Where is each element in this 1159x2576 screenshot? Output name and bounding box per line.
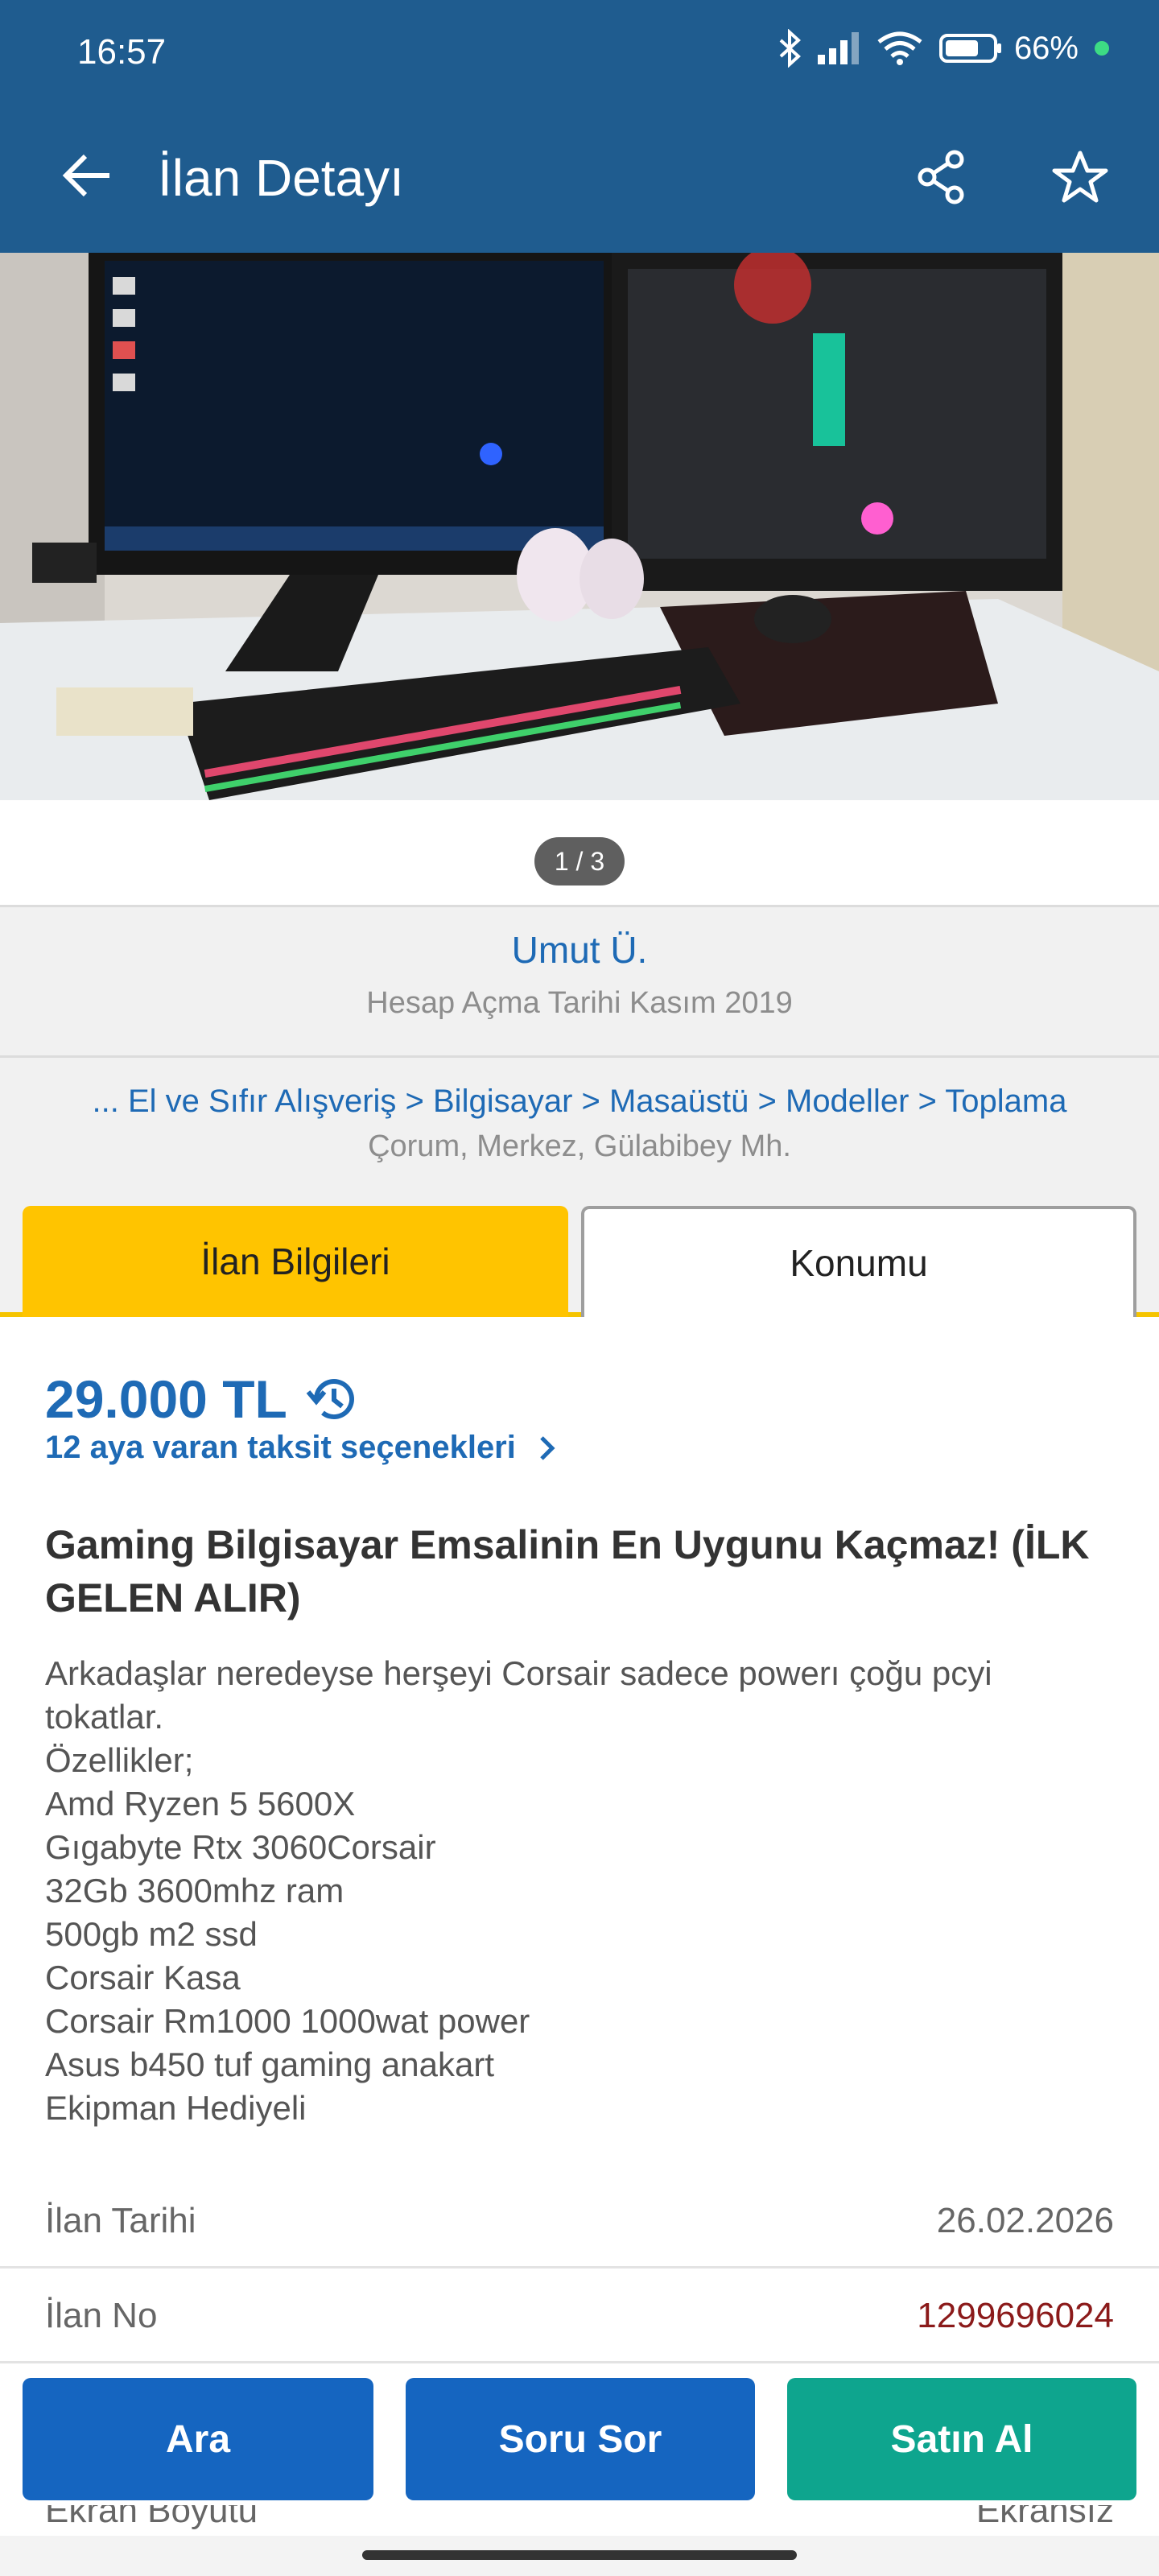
photo-counter: 1 / 3 bbox=[534, 837, 625, 886]
star-icon bbox=[1052, 151, 1108, 203]
detail-label: Ekran Boyutu bbox=[45, 2505, 258, 2530]
back-arrow-icon bbox=[62, 154, 109, 197]
description-line: Gıgabyte Rtx 3060Corsair bbox=[45, 1828, 436, 1866]
description-line: Ekipman Hediyeli bbox=[45, 2089, 307, 2127]
dot-icon bbox=[1095, 41, 1109, 56]
description-line: Özellikler; bbox=[45, 1741, 194, 1779]
description-line: 500gb m2 ssd bbox=[45, 1915, 258, 1953]
wifi-icon bbox=[877, 31, 922, 65]
detail-row-date: İlan Tarihi 26.02.2026 bbox=[0, 2174, 1159, 2268]
installment-label: 12 aya varan taksit seçenekleri bbox=[45, 1430, 516, 1465]
page-title: İlan Detayı bbox=[158, 149, 404, 207]
detail-value: Ekransız bbox=[975, 2505, 1114, 2530]
seller-since: Hesap Açma Tarihi Kasım 2019 bbox=[366, 986, 793, 1020]
price-history-icon[interactable] bbox=[305, 1374, 358, 1424]
share-button[interactable] bbox=[901, 137, 982, 217]
breadcrumb-section: ... El ve Sıfır Alışveriş > Bilgisayar >… bbox=[0, 1058, 1159, 1195]
description-line: Arkadaşlar neredeyse herşeyi Corsair sad… bbox=[45, 1654, 992, 1692]
home-indicator[interactable] bbox=[362, 2550, 797, 2560]
description-line: tokatlar. bbox=[45, 1698, 164, 1736]
status-time: 16:57 bbox=[77, 32, 167, 72]
chevron-right-icon bbox=[540, 1435, 555, 1460]
seller-name[interactable]: Umut Ü. bbox=[0, 928, 1159, 972]
product-photo bbox=[0, 253, 1159, 800]
price: 29.000 TL bbox=[45, 1369, 287, 1429]
detail-label: İlan No bbox=[45, 2296, 158, 2335]
buy-button[interactable]: Satın Al bbox=[787, 2378, 1136, 2500]
action-bar: Ara Soru Sor Satın Al bbox=[0, 2365, 1159, 2505]
share-icon bbox=[918, 150, 964, 204]
listing-description: Arkadaşlar neredeyse herşeyi Corsair sad… bbox=[45, 1652, 1124, 2130]
price-row: 29.000 TL bbox=[45, 1368, 358, 1430]
detail-value: 26.02.2026 bbox=[936, 2201, 1114, 2240]
description-line: Corsair Rm1000 1000wat power bbox=[45, 2002, 530, 2040]
photo-gallery[interactable] bbox=[0, 253, 1159, 800]
tab-bar: İlan Bilgileri Konumu bbox=[0, 1195, 1159, 1317]
detail-row-screen-size: Ekran Boyutu Ekransız bbox=[0, 2505, 1159, 2536]
app-bar: İlan Detayı bbox=[0, 113, 1159, 253]
description-line: Corsair Kasa bbox=[45, 1959, 241, 1996]
battery-percent: 66% bbox=[1013, 30, 1079, 66]
bluetooth-icon bbox=[779, 29, 801, 68]
detail-value: 1299696024 bbox=[917, 2296, 1114, 2335]
location-text: Çorum, Merkez, Gülabibey Mh. bbox=[368, 1129, 791, 1163]
detail-label: İlan Tarihi bbox=[45, 2201, 196, 2240]
signal-icon bbox=[817, 32, 859, 64]
description-line: 32Gb 3600mhz ram bbox=[45, 1872, 344, 1909]
tab-listing-info[interactable]: İlan Bilgileri bbox=[23, 1206, 568, 1317]
description-line: Asus b450 tuf gaming anakart bbox=[45, 2046, 495, 2083]
call-button[interactable]: Ara bbox=[23, 2378, 373, 2500]
battery-icon bbox=[938, 34, 1001, 63]
tab-location[interactable]: Konumu bbox=[581, 1206, 1136, 1317]
listing-title: Gaming Bilgisayar Emsalinin En Uygunu Ka… bbox=[45, 1522, 1090, 1620]
ask-question-button[interactable]: Soru Sor bbox=[406, 2378, 755, 2500]
status-bar: 16:57 66% bbox=[0, 0, 1159, 113]
seller-card[interactable]: Umut Ü. Hesap Açma Tarihi Kasım 2019 bbox=[0, 905, 1159, 1058]
favorite-button[interactable] bbox=[1040, 137, 1120, 217]
back-button[interactable] bbox=[47, 135, 127, 216]
status-icons: 66% bbox=[777, 29, 1111, 68]
installment-link[interactable]: 12 aya varan taksit seçenekleri bbox=[45, 1430, 556, 1466]
breadcrumb[interactable]: ... El ve Sıfır Alışveriş > Bilgisayar >… bbox=[0, 1084, 1159, 1120]
description-line: Amd Ryzen 5 5600X bbox=[45, 1785, 356, 1823]
detail-row-listing-no: İlan No 1299696024 bbox=[0, 2268, 1159, 2363]
system-nav-area bbox=[0, 2536, 1159, 2576]
